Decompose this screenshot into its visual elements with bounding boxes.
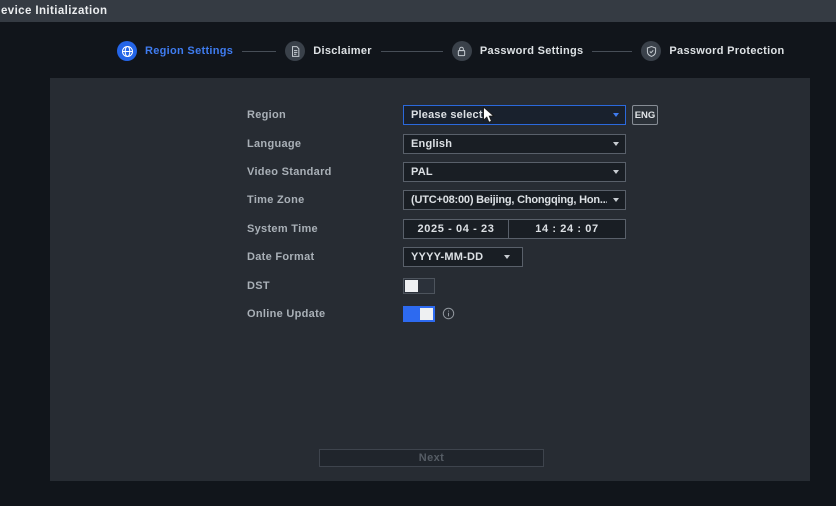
system-time-input[interactable]: 14 : 24 : 07 <box>509 220 625 238</box>
time-zone-select[interactable]: (UTC+08:00) Beijing, Chongqing, Hon... <box>403 190 626 210</box>
stepper-connector <box>381 51 443 52</box>
chevron-down-icon <box>613 198 619 202</box>
dst-label: DST <box>247 280 403 292</box>
next-button[interactable]: Next <box>319 449 544 467</box>
date-format-value: YYYY-MM-DD <box>411 251 483 263</box>
step-password-settings[interactable]: Password Settings <box>452 41 584 61</box>
region-settings-form: Region Please select ENG Language Englis… <box>247 101 658 328</box>
step-disclaimer[interactable]: Disclaimer <box>285 41 372 61</box>
online-update-toggle[interactable] <box>403 306 435 322</box>
lock-icon <box>452 41 472 61</box>
dst-toggle[interactable] <box>403 278 435 294</box>
region-settings-panel: Region Please select ENG Language Englis… <box>50 78 810 481</box>
info-icon[interactable] <box>442 307 455 320</box>
shield-icon <box>641 41 661 61</box>
toggle-knob <box>420 308 433 320</box>
step-label: Disclaimer <box>313 45 372 57</box>
step-label: Region Settings <box>145 45 233 57</box>
form-row-system-time: System Time 2025 - 04 - 23 14 : 24 : 07 <box>247 215 658 243</box>
form-row-region: Region Please select ENG <box>247 101 658 129</box>
form-row-online-update: Online Update <box>247 300 658 328</box>
video-standard-select[interactable]: PAL <box>403 162 626 182</box>
stepper-connector <box>242 51 276 52</box>
window-title: evice Initialization <box>1 5 107 17</box>
chevron-down-icon <box>504 255 510 259</box>
chevron-down-icon <box>613 113 619 117</box>
step-label: Password Protection <box>669 45 784 57</box>
globe-icon <box>117 41 137 61</box>
region-select[interactable]: Please select <box>403 105 626 125</box>
video-standard-value: PAL <box>411 166 433 178</box>
device-initialization-screen: { "window": { "title": "evice Initializa… <box>0 0 836 506</box>
video-standard-label: Video Standard <box>247 166 403 178</box>
form-row-time-zone: Time Zone (UTC+08:00) Beijing, Chongqing… <box>247 186 658 214</box>
step-region-settings[interactable]: Region Settings <box>117 41 233 61</box>
language-value: English <box>411 138 452 150</box>
step-password-protection[interactable]: Password Protection <box>641 41 784 61</box>
form-row-language: Language English <box>247 129 658 157</box>
form-row-dst: DST <box>247 271 658 299</box>
online-update-label: Online Update <box>247 308 403 320</box>
system-date-input[interactable]: 2025 - 04 - 23 <box>404 220 508 238</box>
date-format-select[interactable]: YYYY-MM-DD <box>403 247 523 267</box>
system-time-label: System Time <box>247 223 403 235</box>
chevron-down-icon <box>613 170 619 174</box>
setup-wizard-stepper: Region Settings Disclaimer Password Sett… <box>117 40 785 62</box>
system-time-field: 2025 - 04 - 23 14 : 24 : 07 <box>403 219 626 239</box>
toggle-knob <box>405 280 418 292</box>
date-format-label: Date Format <box>247 251 403 263</box>
title-bar: evice Initialization <box>0 0 836 22</box>
chevron-down-icon <box>613 142 619 146</box>
language-badge-button[interactable]: ENG <box>632 105 658 125</box>
time-zone-value: (UTC+08:00) Beijing, Chongqing, Hon... <box>411 194 607 206</box>
time-zone-label: Time Zone <box>247 194 403 206</box>
form-row-video-standard: Video Standard PAL <box>247 158 658 186</box>
region-label: Region <box>247 109 403 121</box>
language-label: Language <box>247 138 403 150</box>
form-row-date-format: Date Format YYYY-MM-DD <box>247 243 658 271</box>
language-select[interactable]: English <box>403 134 626 154</box>
step-label: Password Settings <box>480 45 584 57</box>
stepper-connector <box>592 51 632 52</box>
document-icon <box>285 41 305 61</box>
region-value: Please select <box>411 109 483 121</box>
